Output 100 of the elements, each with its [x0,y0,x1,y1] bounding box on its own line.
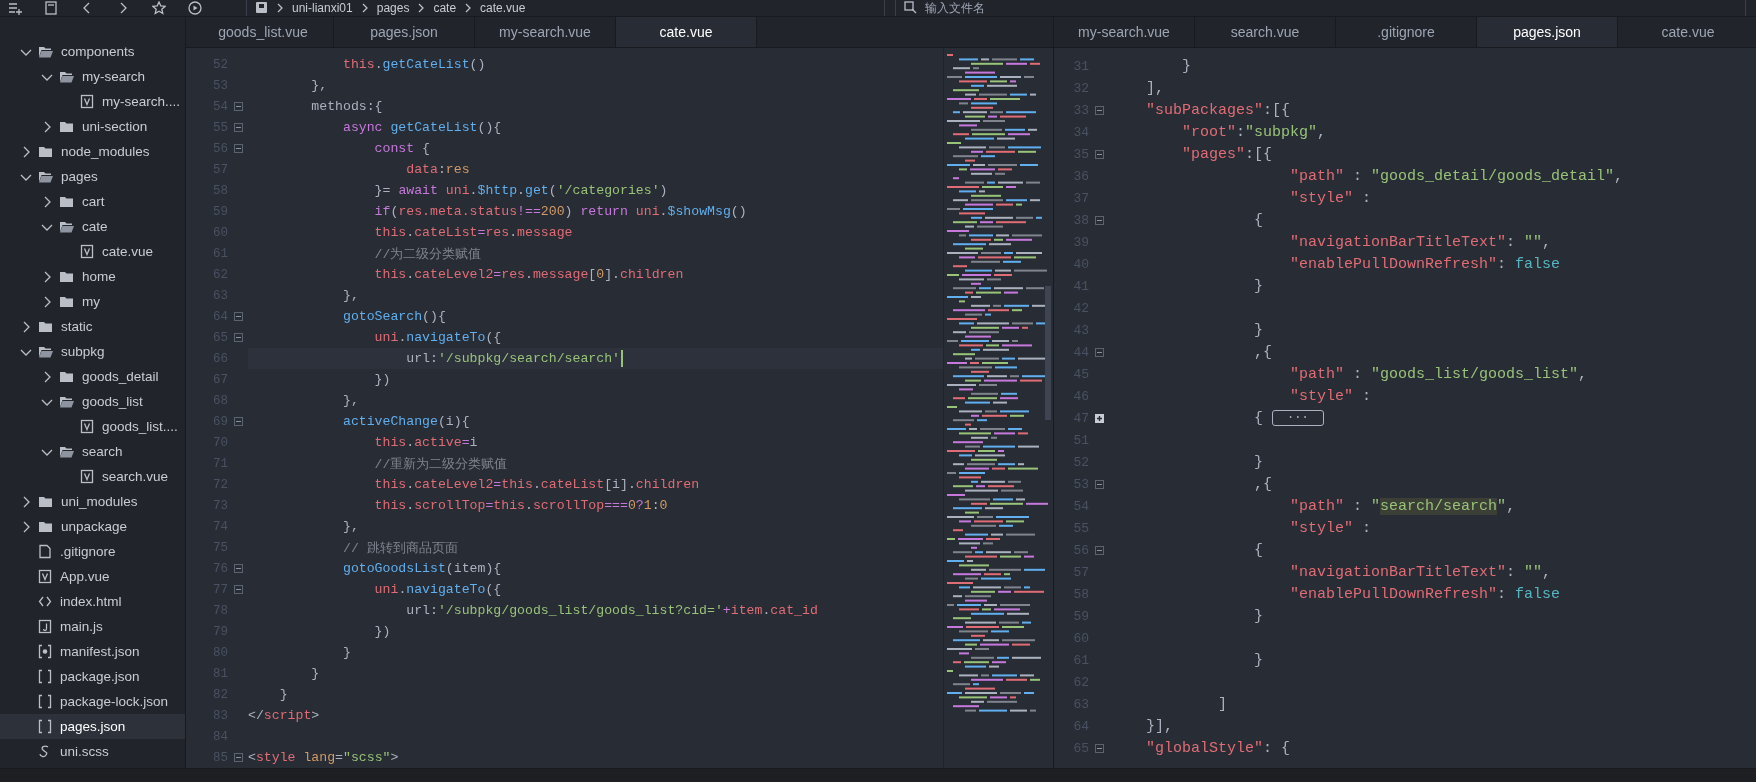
tree-item[interactable]: uni-section [0,114,185,139]
code-line: "enablePullDownRefresh": false [1289,255,1561,273]
tree-item[interactable]: subpkg [0,339,185,364]
open-folder-icon [59,444,74,459]
collapse-icon[interactable] [234,585,243,594]
code-line: "navigationBarTitleText": "", [1289,563,1552,581]
tree-item[interactable]: search.vue [0,464,185,489]
collapse-icon[interactable] [234,102,243,111]
v-document-icon [38,569,52,584]
tree-item[interactable]: my-search [0,64,185,89]
code-line: { [1253,541,1264,559]
code-line: } [1253,607,1264,625]
code-line: } [1253,277,1264,295]
collapse-icon[interactable] [1095,215,1104,225]
minimap-drawing[interactable] [943,48,1053,768]
collapse-icon[interactable] [234,564,243,573]
code-line: <style lang="scss"> [248,750,399,765]
v-document-icon [80,94,94,109]
tree-item[interactable]: pages.json [0,714,185,739]
open-folder-icon [38,344,53,359]
tree-item[interactable]: static [0,314,185,339]
collapse-icon[interactable] [234,753,243,762]
breadcrumb-item[interactable]: pages [376,0,410,15]
tree-item[interactable]: my-search.... [0,89,185,114]
folder-icon [59,194,74,209]
tree-item[interactable]: goods_detail [0,364,185,389]
tree-item[interactable]: components [0,39,185,64]
code-line: this.scrollTop=this.scrollTop===0?1:0 [373,498,668,513]
play-icon[interactable] [188,1,202,15]
collapse-icon[interactable] [234,144,243,153]
tree-item[interactable]: uni_modules [0,489,185,514]
code-line: methods:{ [310,99,383,114]
code-line: uni.navigateTo({ [373,582,502,597]
collapse-icon[interactable] [234,123,243,132]
tree-item[interactable]: package.json [0,664,185,689]
collapse-icon[interactable] [234,312,243,321]
v-document-icon [80,469,94,484]
code-line: activeChange(i){ [341,414,470,429]
code-line: "style" : [1289,519,1372,537]
collapse-icon[interactable] [1095,743,1104,753]
code-line: if(res.meta.status!==200) return uni.$showMsg() [373,204,747,219]
tree-item[interactable]: package-lock.json [0,689,185,714]
file-icon[interactable] [44,1,58,15]
tree-item[interactable]: pages [0,164,185,189]
tree-item[interactable]: unpackage [0,514,185,539]
code-line: gotoSearch(){ [341,309,446,324]
collapse-icon[interactable] [1095,545,1104,555]
collapse-icon[interactable] [234,333,243,342]
code-line: "style" : [1289,189,1372,207]
tree-item[interactable]: main.js [0,614,185,639]
code-line: "enablePullDownRefresh": false [1289,585,1561,603]
code-line: "path" : "goods_list/goods_list", [1289,365,1588,383]
folded-code-button[interactable]: ··· [1272,410,1324,426]
tree-item[interactable]: my [0,289,185,314]
open-folder-icon [38,44,53,59]
collapse-icon[interactable] [234,417,243,426]
tree-item[interactable]: node_modules [0,139,185,164]
breadcrumb-item[interactable]: uni-lianxi01 [292,0,353,15]
star-icon[interactable] [152,1,166,15]
brackets-icon [38,719,52,734]
code-line: this.active=i [373,435,478,450]
tree-item[interactable]: goods_list.... [0,414,185,439]
tab[interactable]: cate.vue [616,17,757,47]
brackets-icon [38,694,52,709]
add-list-icon[interactable] [8,1,22,15]
v-document-icon [80,419,94,434]
collapse-icon[interactable] [1095,347,1104,357]
search-icon [904,1,917,14]
code-line: }) [373,372,391,387]
folder-icon [38,144,53,159]
tree-item[interactable]: .gitignore [0,539,185,564]
code-line: this.cateLevel2=res.message[0].children [373,267,684,282]
tree-item[interactable]: uni.scss [0,739,185,764]
code-line: ], [1145,79,1164,97]
folder-icon [38,519,53,534]
collapse-icon[interactable] [1095,149,1104,159]
tree-item[interactable]: cart [0,189,185,214]
code-line: //重新为二级分类赋值 [373,455,508,473]
breadcrumb-item[interactable]: cate [433,0,457,15]
breadcrumb-item[interactable]: cate.vue [480,0,526,15]
code-line: url:'/subpkg/goods_list/goods_list?cid='+item.cat_id [405,603,818,618]
tree-item[interactable]: manifest.json [0,639,185,664]
code-line: "root":"subpkg", [1181,123,1327,141]
tree-item[interactable]: index.html [0,589,185,614]
tree-item[interactable]: home [0,264,185,289]
code-line: }], [1145,717,1173,735]
code-line: } [1253,321,1264,339]
tree-item[interactable]: search [0,439,185,464]
tree-item[interactable]: cate [0,214,185,239]
code-line: }, [310,78,328,93]
expand-icon[interactable] [1095,413,1104,423]
tree-item[interactable]: App.vue [0,564,185,589]
code-line: async getCateList(){ [341,120,502,135]
tab[interactable]: pages.json [1477,17,1618,47]
brackets-icon [38,669,52,684]
tree-item[interactable]: cate.vue [0,239,185,264]
tree-item[interactable]: goods_list [0,389,185,414]
code-line: ,{ [1253,475,1273,493]
collapse-icon[interactable] [1095,105,1104,115]
collapse-icon[interactable] [1095,479,1104,489]
